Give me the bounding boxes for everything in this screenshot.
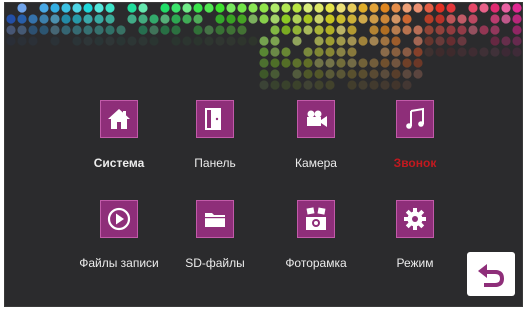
folder-icon	[196, 200, 234, 238]
menu-item-camera[interactable]: Камера	[271, 100, 361, 180]
menu-item-ring[interactable]: Звонок	[370, 100, 460, 180]
menu-item-label: Режим	[396, 256, 434, 270]
home-icon	[100, 100, 138, 138]
menu-item-sd-files[interactable]: SD-файлы	[170, 200, 260, 280]
decorative-dot-banner	[6, 3, 522, 90]
play-icon	[100, 200, 138, 238]
menu-item-photo-frame[interactable]: Фоторамка	[271, 200, 361, 280]
menu-item-panel[interactable]: Панель	[170, 100, 260, 180]
door-icon	[196, 100, 234, 138]
back-arrow-icon	[478, 264, 504, 287]
back-button[interactable]	[467, 252, 515, 296]
music-note-icon	[396, 100, 434, 138]
menu-item-mode[interactable]: Режим	[370, 200, 460, 280]
photo-frame-icon	[297, 200, 335, 238]
menu-item-label: Звонок	[393, 156, 437, 170]
gear-icon	[396, 200, 434, 238]
video-camera-icon	[297, 100, 335, 138]
main-menu-screen: Система Панель Камера Звонок Файлы запис…	[4, 2, 523, 307]
